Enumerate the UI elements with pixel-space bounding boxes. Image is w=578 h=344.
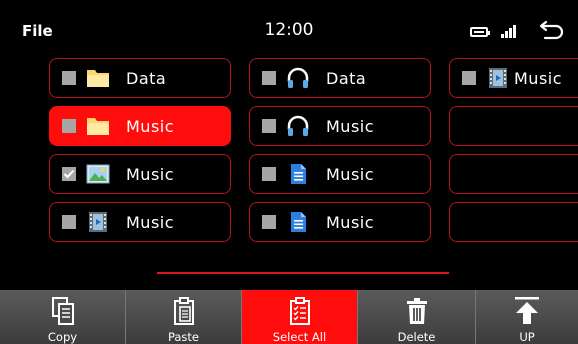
folder-icon [87, 118, 109, 135]
back-icon[interactable] [539, 19, 565, 41]
file-item[interactable]: Music [249, 202, 431, 242]
folder-icon [87, 70, 109, 87]
document-icon [291, 164, 306, 184]
select-all-icon [289, 297, 310, 325]
file-name: Data [326, 69, 367, 88]
checkbox-checked[interactable] [62, 167, 76, 181]
copy-icon [51, 297, 74, 325]
copy-label: Copy [47, 330, 78, 344]
headphones-icon [287, 67, 309, 88]
trash-icon [406, 298, 427, 324]
file-name: Music [126, 117, 175, 136]
checkbox[interactable] [62, 119, 76, 133]
checkbox[interactable] [462, 71, 476, 85]
checkbox[interactable] [62, 215, 76, 229]
file-item[interactable]: Music [49, 106, 231, 146]
select-all-button[interactable]: Select All [242, 290, 358, 344]
up-label: UP [519, 330, 535, 344]
checkbox[interactable] [262, 167, 276, 181]
video-file-icon [489, 68, 507, 88]
headphones-icon [287, 115, 309, 136]
file-grid: Data Music Music Music Data Music Music … [0, 58, 578, 288]
checkbox[interactable] [262, 119, 276, 133]
battery-icon [470, 27, 490, 37]
file-item-empty[interactable] [449, 106, 578, 146]
file-name: Music [126, 165, 175, 184]
clock: 12:00 [264, 20, 314, 40]
file-item-empty[interactable] [449, 154, 578, 194]
copy-button[interactable]: Copy [0, 290, 126, 344]
file-item[interactable]: Music [49, 154, 231, 194]
checkmark-icon [63, 169, 75, 179]
file-item[interactable]: Music [249, 106, 431, 146]
status-bar: File 12:00 [0, 0, 578, 58]
file-item[interactable]: Data [249, 58, 431, 98]
delete-button[interactable]: Delete [358, 290, 476, 344]
file-name: Music [326, 165, 375, 184]
file-name: Music [514, 69, 563, 88]
checkbox[interactable] [62, 71, 76, 85]
file-name: Music [126, 213, 175, 232]
document-icon [291, 212, 306, 232]
select-all-label: Select All [272, 330, 327, 344]
bottom-toolbar: Copy Paste Select All Delete UP [0, 290, 578, 344]
image-file-icon [86, 164, 110, 184]
file-item[interactable]: Data [49, 58, 231, 98]
up-arrow-icon [515, 297, 539, 324]
up-button[interactable]: UP [476, 290, 578, 344]
horizontal-scrollbar[interactable] [157, 272, 449, 274]
signal-icon [501, 24, 517, 38]
file-item[interactable]: Music [449, 58, 578, 98]
video-file-icon [89, 212, 107, 232]
file-name: Music [326, 117, 375, 136]
paste-button[interactable]: Paste [126, 290, 242, 344]
checkbox[interactable] [262, 215, 276, 229]
file-name: Data [126, 69, 167, 88]
paste-label: Paste [167, 330, 200, 344]
paste-icon [173, 297, 194, 325]
delete-label: Delete [397, 330, 436, 344]
file-name: Music [326, 213, 375, 232]
file-item[interactable]: Music [49, 202, 231, 242]
file-item-empty[interactable] [449, 202, 578, 242]
checkbox[interactable] [262, 71, 276, 85]
file-item[interactable]: Music [249, 154, 431, 194]
